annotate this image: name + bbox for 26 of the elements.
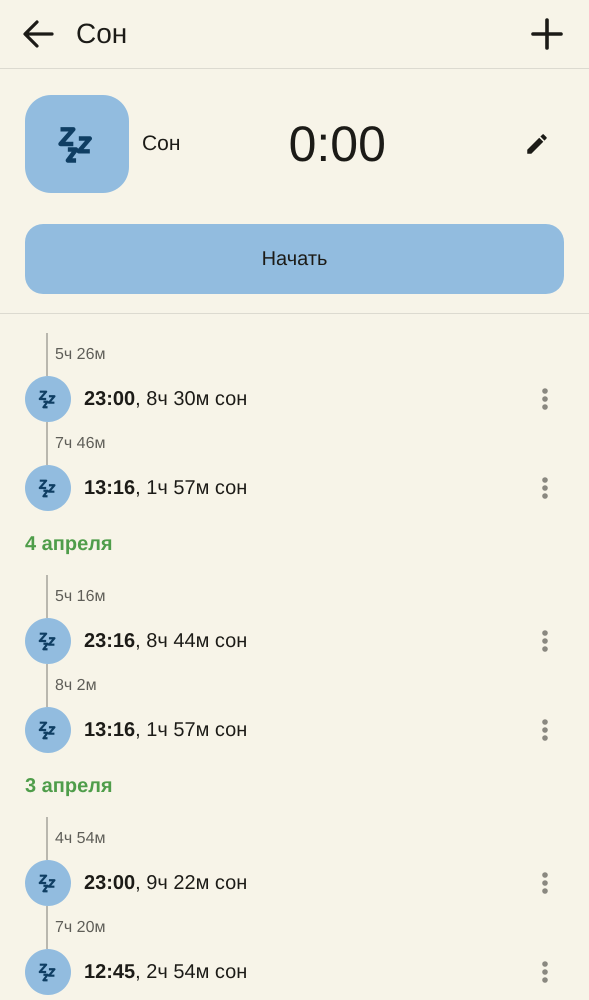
sleep-entry[interactable]: 13:16, 1ч 57м сон <box>84 473 248 503</box>
interval-label: 5ч 16м <box>55 587 106 607</box>
interval-label: 5ч 26м <box>55 345 106 365</box>
more-icon[interactable] <box>541 630 549 652</box>
more-icon[interactable] <box>541 961 549 983</box>
sleep-entry[interactable]: 23:00, 9ч 22м сон <box>84 868 248 898</box>
add-icon[interactable] <box>531 18 563 50</box>
more-icon[interactable] <box>541 477 549 499</box>
start-button[interactable]: Начать <box>25 224 564 294</box>
date-heading: 3 апреля <box>25 775 113 797</box>
timer: 0:00 <box>288 114 387 174</box>
interval-label: 8ч 2м <box>55 676 97 696</box>
sleep-entry[interactable]: 23:16, 8ч 44м сон <box>84 626 248 656</box>
sleep-entry[interactable]: 23:00, 8ч 30м сон <box>84 384 248 414</box>
more-icon[interactable] <box>541 719 549 741</box>
activity-name: Сон <box>142 131 180 158</box>
back-arrow-icon[interactable] <box>22 20 54 48</box>
interval-label: 7ч 20м <box>55 918 106 938</box>
date-heading: 4 апреля <box>25 533 113 555</box>
screen-title: Сон <box>76 17 128 51</box>
sleep-entry[interactable]: 12:45, 2ч 54м сон <box>84 957 248 987</box>
interval-label: 4ч 54м <box>55 829 106 849</box>
sleep-entry[interactable]: 13:16, 1ч 57м сон <box>84 715 248 745</box>
interval-label: 7ч 46м <box>55 434 106 454</box>
more-icon[interactable] <box>541 872 549 894</box>
more-icon[interactable] <box>541 388 549 410</box>
